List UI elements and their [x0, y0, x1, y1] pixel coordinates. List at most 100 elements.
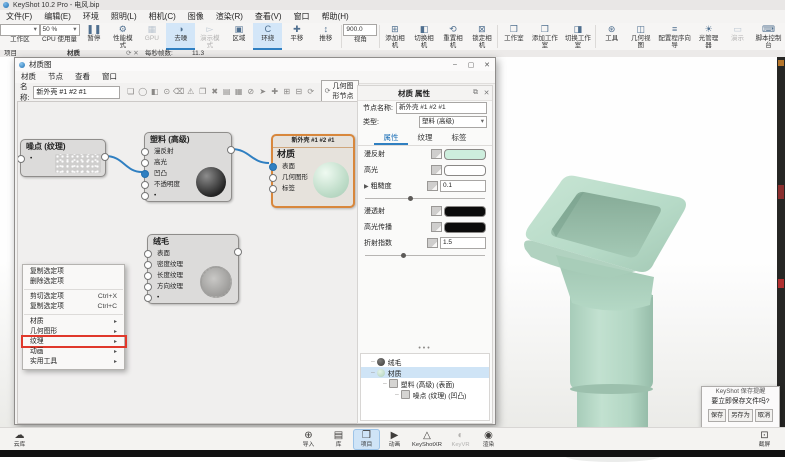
- script-console-button[interactable]: ⌨ 脚本控制台: [752, 23, 785, 50]
- denoise-button[interactable]: ◑ 去噪: [166, 23, 196, 50]
- region-button[interactable]: ▣ 区域: [224, 23, 253, 50]
- geometry-view-button[interactable]: ◫ 几何视图: [626, 23, 655, 50]
- menu-item-duplicate-selected[interactable]: 复制选定项: [23, 267, 124, 277]
- output-port[interactable]: [101, 153, 109, 161]
- grid-icon[interactable]: ▦: [233, 86, 245, 98]
- workspace-select[interactable]: ▾ 工作区: [0, 23, 40, 50]
- cloud-library-button[interactable]: ☁ 云库: [6, 429, 33, 450]
- geometry-port[interactable]: [269, 174, 277, 182]
- configurator-wizard-button[interactable]: ≡ 配置程序向导: [655, 23, 694, 50]
- specular-spread-color-swatch[interactable]: [444, 221, 486, 233]
- menu-window[interactable]: 窗口: [288, 10, 316, 23]
- menu-image[interactable]: 图像: [182, 10, 210, 23]
- clear-icon[interactable]: ⌫: [173, 86, 185, 98]
- texture-map-icon[interactable]: [427, 181, 438, 191]
- material-name-input[interactable]: 新外壳 #1 #2 #1: [33, 85, 120, 99]
- menu-item-copy-selected[interactable]: 复制选定项 Ctrl+C: [23, 302, 124, 312]
- roughness-value-field[interactable]: 0.1: [440, 180, 486, 192]
- density-texture-port[interactable]: [144, 261, 152, 269]
- delete-icon[interactable]: ✖: [209, 86, 221, 98]
- switch-studio-button[interactable]: ◨ 切换工作室: [561, 23, 594, 50]
- tab-project[interactable]: 项目: [4, 50, 17, 57]
- fov-value-field[interactable]: 900.0: [343, 24, 378, 36]
- add-node-icon[interactable]: ✚: [269, 86, 281, 98]
- texture-map-icon[interactable]: [427, 238, 438, 248]
- cpu-usage-dropdown[interactable]: 50 % ▾: [39, 24, 80, 36]
- tree-item-noise[interactable]: – 噪点 (纹理) (凹凸): [361, 389, 489, 400]
- diffuse-port[interactable]: [141, 148, 149, 156]
- surface-port[interactable]: [144, 250, 152, 258]
- present-button[interactable]: ▭ 演示: [723, 23, 752, 50]
- tree-item-fuzz[interactable]: – 绒毛: [361, 356, 489, 367]
- extra-port[interactable]: [141, 192, 149, 200]
- menu-item-material[interactable]: 材质 ▸: [23, 317, 124, 327]
- texture-map-icon[interactable]: [431, 149, 442, 159]
- cancel-button[interactable]: 取消: [754, 409, 774, 422]
- close-button[interactable]: ✕: [479, 61, 495, 69]
- presentation-mode-button[interactable]: ▻ 演示模式: [195, 23, 224, 50]
- undock-icon[interactable]: ⧉: [470, 89, 481, 97]
- specular-color-swatch[interactable]: [444, 164, 486, 176]
- keyshotxr-button[interactable]: △ KeyShotXR: [409, 429, 445, 450]
- tumble-button[interactable]: C 环绕: [253, 23, 283, 50]
- zoom-in-icon[interactable]: ⊞: [281, 86, 293, 98]
- preview-sphere-icon[interactable]: ◯: [137, 86, 149, 98]
- project-button[interactable]: ❒ 项目: [353, 429, 380, 450]
- expand-arrow-icon[interactable]: ▶: [364, 183, 369, 190]
- tab-textures[interactable]: 纹理: [408, 131, 442, 145]
- opacity-port[interactable]: [141, 181, 149, 189]
- type-dropdown[interactable]: 塑料 (高级) ▾: [419, 116, 487, 128]
- arrange-icon[interactable]: ➤: [257, 86, 269, 98]
- tree-item-plastic[interactable]: – 塑料 (高级) (表面): [361, 378, 489, 389]
- diffuse-color-swatch[interactable]: [444, 148, 486, 160]
- mg-menu-view[interactable]: 查看: [69, 71, 96, 83]
- node-fuzz[interactable]: 绒毛 表面 密度纹理 长度纹理 方向纹理 •: [144, 234, 242, 304]
- label-port[interactable]: [269, 185, 277, 193]
- disable-icon[interactable]: ⊘: [245, 86, 257, 98]
- minimize-button[interactable]: –: [447, 61, 463, 68]
- ior-slider[interactable]: [365, 251, 485, 260]
- keyvr-button[interactable]: ◐ KeyVR: [447, 429, 474, 450]
- import-button[interactable]: ⊕ 导入: [295, 429, 322, 450]
- pause-button[interactable]: ❚❚ 暂停: [79, 23, 108, 50]
- node-plastic-advanced[interactable]: 塑料 (高级) 漫反射 高光 凹凸 不透明度 •: [141, 132, 235, 202]
- library-button[interactable]: ▤ 库: [325, 429, 352, 450]
- texture-map-icon[interactable]: [431, 222, 442, 232]
- texture-map-icon[interactable]: [431, 165, 442, 175]
- transmission-color-swatch[interactable]: [444, 205, 486, 217]
- menu-item-animation[interactable]: 动画 ▸: [23, 347, 124, 357]
- render-button[interactable]: ◉ 渲染: [475, 429, 502, 450]
- duplicate-icon[interactable]: ❐: [197, 86, 209, 98]
- tab-material[interactable]: 材质: [67, 50, 80, 57]
- output-port[interactable]: [234, 248, 242, 256]
- ior-value-field[interactable]: 1.5: [440, 237, 486, 249]
- save-material-icon[interactable]: ❏: [125, 86, 137, 98]
- direction-texture-port[interactable]: [144, 283, 152, 291]
- menu-lighting[interactable]: 照明(L): [105, 10, 143, 23]
- add-camera-button[interactable]: ⊞ 添加相机: [380, 23, 409, 50]
- node-name-input[interactable]: 新外壳 #1 #2 #1: [395, 102, 487, 114]
- menu-item-utilities[interactable]: 实用工具 ▸: [23, 357, 124, 367]
- close-icon[interactable]: ✕: [481, 89, 492, 97]
- refresh-icon[interactable]: ⟳: [305, 86, 317, 98]
- gpu-button[interactable]: ▦ GPU: [137, 23, 166, 50]
- menu-item-delete-selected[interactable]: 删除选定项: [23, 277, 124, 287]
- panel-splitter[interactable]: •••: [358, 345, 492, 353]
- panel-refresh-close-icons[interactable]: ⟳ ✕: [126, 50, 139, 57]
- tree-item-material[interactable]: – 材质: [361, 367, 489, 378]
- windows-taskbar[interactable]: [0, 450, 785, 457]
- lock-camera-button[interactable]: ⊠ 锁定相机: [467, 23, 496, 50]
- roughness-slider[interactable]: [365, 194, 485, 203]
- menu-camera[interactable]: 相机(C): [143, 10, 182, 23]
- add-studio-button[interactable]: ❒ 添加工作室: [528, 23, 561, 50]
- animation-button[interactable]: ▶ 动画: [381, 429, 408, 450]
- menu-item-geometry[interactable]: 几何图形 ▸: [23, 327, 124, 337]
- menu-help[interactable]: 帮助(H): [316, 10, 355, 23]
- menu-item-texture[interactable]: 纹理 ▸: [21, 335, 127, 348]
- focus-icon[interactable]: ⊙: [161, 86, 173, 98]
- save-as-button[interactable]: 另存为: [728, 409, 753, 422]
- output-port[interactable]: [227, 146, 235, 154]
- dolly-button[interactable]: ↕ 推移: [311, 23, 340, 50]
- node-noise-texture[interactable]: 噪点 (纹理) •: [18, 139, 109, 177]
- extra-port[interactable]: [144, 294, 152, 302]
